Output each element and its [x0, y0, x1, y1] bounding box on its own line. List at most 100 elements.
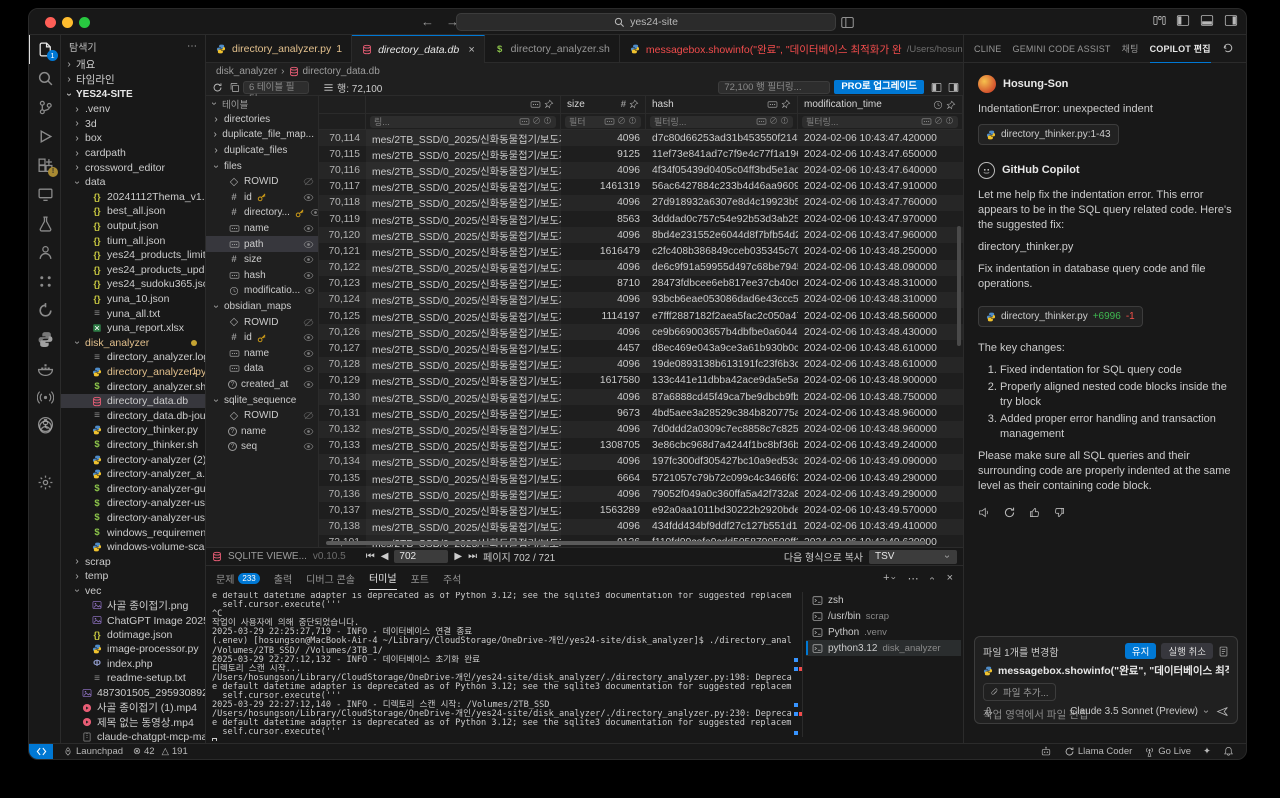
tree-file[interactable]: {}dotimage.json: [61, 627, 205, 642]
table-row[interactable]: 70,124mes/2TB_SSD/0_2025/신화동물접기/보도자료/리소.…: [319, 292, 963, 308]
eye-icon[interactable]: [303, 270, 314, 281]
tree-folder[interactable]: ›box: [61, 131, 205, 146]
copy-format-select[interactable]: TSV ›: [869, 550, 957, 564]
table-row[interactable]: 70,129mes/2TB_SSD/0_2025/신화동물접기/보도자료/리소.…: [319, 373, 963, 389]
tree-folder[interactable]: ›cardpath: [61, 146, 205, 161]
tree-file[interactable]: $windows_requirements.sh: [61, 525, 205, 540]
table-row[interactable]: 70,116mes/2TB_SSD/0_2025/신화동물접기/보도자료/리소.…: [319, 162, 963, 178]
tree-folder[interactable]: ›disk_analyzer: [61, 336, 205, 351]
toggle-panel-icon[interactable]: [1200, 14, 1214, 27]
tree-file[interactable]: {}yes24_products_updated.json: [61, 263, 205, 278]
editor-tab[interactable]: directory_analyzer.py1: [206, 35, 352, 63]
tree-file[interactable]: 제목 없는 동영상.mp4: [61, 715, 205, 730]
customize-layout-icon[interactable]: [1153, 14, 1166, 27]
back-icon[interactable]: ←: [421, 14, 434, 29]
live-share-activity-icon[interactable]: [29, 238, 61, 267]
model-selector[interactable]: Claude 3.5 Sonnet (Preview) ›: [1070, 706, 1210, 717]
column-header[interactable]: size#: [561, 96, 646, 113]
eye-off-icon[interactable]: [303, 317, 314, 328]
tree-file[interactable]: {}output.json: [61, 219, 205, 234]
column-item[interactable]: name: [206, 221, 318, 237]
tree-file[interactable]: $directory-analyzer-usage.sh: [61, 511, 205, 526]
tree-folder[interactable]: ›scrap: [61, 554, 205, 569]
broadcast-activity-icon[interactable]: [29, 383, 61, 412]
tree-file[interactable]: 487301505_2959308923360...: [61, 686, 205, 701]
account-activity-icon[interactable]: [29, 410, 61, 439]
chat-tab[interactable]: 채팅: [1122, 35, 1139, 63]
explorer-activity-icon[interactable]: 1: [29, 35, 61, 64]
undo-icon[interactable]: [1222, 42, 1234, 56]
table-row[interactable]: 70,122mes/2TB_SSD/0_2025/신화동물접기/보도자료/리소.…: [319, 260, 963, 276]
minimize-traffic-light[interactable]: [62, 17, 73, 28]
remote-explorer-activity-icon[interactable]: [29, 180, 61, 209]
toggle-sidebar-icon[interactable]: [1176, 14, 1190, 27]
filter-cell[interactable]: 필터: [561, 114, 646, 129]
tree-folder[interactable]: ›crossword_editor: [61, 160, 205, 175]
tree-folder[interactable]: ›.venv: [61, 102, 205, 117]
table-row[interactable]: 70,126mes/2TB_SSD/0_2025/신화동물접기/보도자료/리소.…: [319, 324, 963, 340]
read-aloud-icon[interactable]: [978, 506, 991, 519]
panel-split-right-icon[interactable]: [948, 82, 959, 93]
pro-upgrade-button[interactable]: PRO로 업그레이드: [834, 80, 924, 94]
terminal-instance[interactable]: python3.12disk_analyzer: [806, 640, 961, 656]
tree-file[interactable]: {}yes24_products_limited.json: [61, 248, 205, 263]
tree-file[interactable]: Φindex.php: [61, 657, 205, 672]
robot-icon[interactable]: [1040, 746, 1052, 757]
tree-file[interactable]: $directory_analyzer.sh: [61, 379, 205, 394]
changed-file-row[interactable]: messagebox.showinfo("완료", "데이터베이스 최적화가 완…: [983, 663, 1229, 678]
column-item[interactable]: ?name: [206, 423, 318, 439]
eye-icon[interactable]: [303, 441, 314, 452]
remote-indicator[interactable]: [29, 744, 53, 760]
table-row[interactable]: 70,135mes/2TB_SSD/0_2025/신화동물접기/보도자료/리소.…: [319, 470, 963, 486]
tree-file[interactable]: directory_analyzer.py1: [61, 365, 205, 380]
editor-tab[interactable]: $directory_analyzer.sh: [485, 35, 620, 63]
column-item[interactable]: hash: [206, 268, 318, 284]
layout-toggle-icon[interactable]: [841, 16, 854, 29]
terminal-instance[interactable]: Python.venv: [806, 624, 961, 640]
panel-tab[interactable]: 문제233: [216, 566, 260, 590]
python-activity-icon[interactable]: [29, 325, 61, 354]
toggle-secondary-sidebar-icon[interactable]: [1224, 14, 1238, 27]
tree-file[interactable]: 사골 종이접기 (1).mp4: [61, 700, 205, 715]
next-page-icon[interactable]: ▶: [454, 551, 462, 562]
keep-button[interactable]: 유지: [1125, 643, 1156, 659]
tree-file[interactable]: windows-volume-scanner.py: [61, 540, 205, 555]
row-filter-input[interactable]: 72,100 행 필터링...: [718, 81, 830, 94]
tree-file[interactable]: directory-analyzer (2).py: [61, 452, 205, 467]
eye-off-icon[interactable]: [303, 176, 314, 187]
eye-icon[interactable]: [303, 239, 314, 250]
column-item[interactable]: ROWID: [206, 174, 318, 190]
tree-file[interactable]: {}20241112Thema_v1.6_ko.json: [61, 190, 205, 205]
maximize-panel-icon[interactable]: ›: [926, 574, 939, 582]
eye-icon[interactable]: [303, 363, 314, 374]
table-row[interactable]: 70,119mes/2TB_SSD/0_2025/신화동물접기/보도자료/리소.…: [319, 211, 963, 227]
table-row[interactable]: 70,118mes/2TB_SSD/0_2025/신화동물접기/보도자료/리소.…: [319, 195, 963, 211]
tree-file[interactable]: $directory_thinker.sh: [61, 438, 205, 453]
tree-file[interactable]: {}yuna_10.json: [61, 292, 205, 307]
tree-file[interactable]: 사골 종이접기.png: [61, 598, 205, 613]
column-item[interactable]: #size: [206, 252, 318, 268]
regenerate-icon[interactable]: [1003, 506, 1016, 519]
command-center-search[interactable]: yes24-site: [456, 13, 836, 31]
column-item[interactable]: modificatio...: [206, 283, 318, 299]
table-item[interactable]: ›duplicate_file_map...: [206, 127, 318, 143]
history-icon[interactable]: [1242, 42, 1247, 56]
column-item[interactable]: ROWID: [206, 314, 318, 330]
table-row[interactable]: 70,128mes/2TB_SSD/0_2025/신화동물접기/보도자료/리소.…: [319, 357, 963, 373]
run-debug-activity-icon[interactable]: [29, 122, 61, 151]
source-control-activity-icon[interactable]: [29, 93, 61, 122]
table-row[interactable]: 70,120mes/2TB_SSD/0_2025/신화동물접기/보도자료/리소.…: [319, 227, 963, 243]
file-reference-chip[interactable]: directory_thinker.py:1-43: [978, 124, 1119, 145]
extensions-activity-icon[interactable]: !: [29, 151, 61, 180]
terminal-output[interactable]: e default datetime adapter is deprecated…: [212, 592, 792, 741]
terminal-instance[interactable]: zsh: [806, 592, 961, 608]
testing-activity-icon[interactable]: [29, 209, 61, 238]
table-row[interactable]: 70,123mes/2TB_SSD/0_2025/신화동물접기/보도자료/리소.…: [319, 276, 963, 292]
table-row[interactable]: 70,115mes/2TB_SSD/0_2025/신화동물접기/보도자료/리소.…: [319, 146, 963, 162]
page-input[interactable]: 702: [394, 550, 448, 563]
filter-cell[interactable]: 필터링...: [646, 114, 798, 129]
panel-split-icon[interactable]: [931, 82, 942, 93]
tree-folder[interactable]: ›vec: [61, 584, 205, 599]
panel-tab[interactable]: 디버그 콘솔: [306, 566, 355, 590]
llama-coder-status[interactable]: Llama Coder: [1064, 746, 1132, 757]
